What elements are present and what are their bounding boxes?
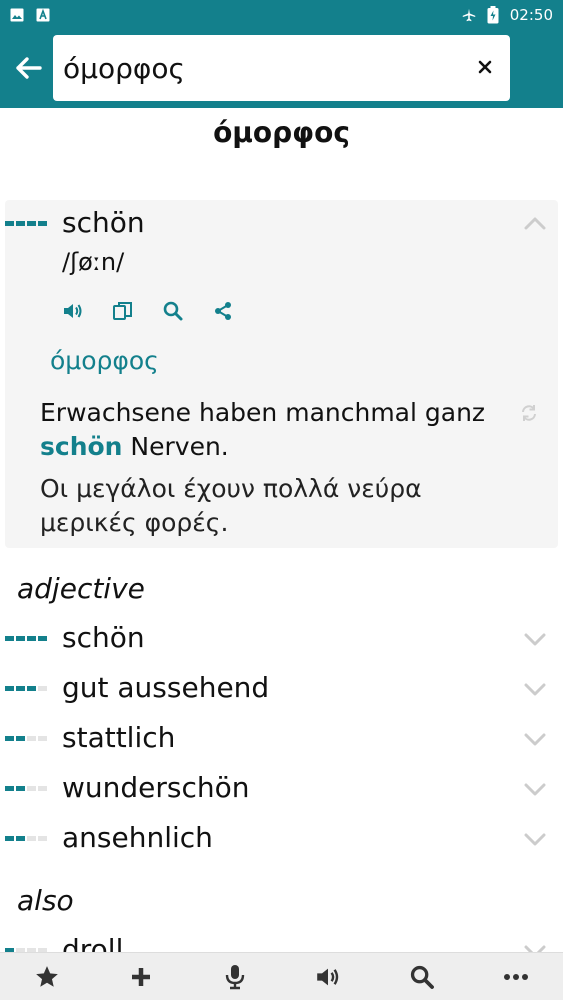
status-time: 02:50	[509, 6, 553, 24]
favorites-button[interactable]	[22, 955, 72, 999]
entry-tools	[52, 290, 244, 332]
add-button[interactable]	[116, 955, 166, 999]
text-a-icon	[36, 8, 50, 22]
frequency-segment	[27, 836, 36, 841]
frequency-segment	[5, 636, 14, 641]
frequency-segment	[27, 786, 36, 791]
frequency-segment	[16, 686, 25, 691]
frequency-segment	[27, 736, 36, 741]
pronounce-button[interactable]	[52, 290, 94, 332]
translation-link[interactable]: όμορφος	[50, 346, 159, 375]
copy-icon	[113, 302, 132, 320]
frequency-segment	[5, 736, 14, 741]
more-icon	[504, 973, 529, 980]
frequency-segment	[38, 836, 47, 841]
frequency-segment	[16, 836, 25, 841]
search-button[interactable]	[397, 955, 447, 999]
search-icon	[163, 301, 183, 321]
speaker-icon	[317, 968, 339, 985]
headword-title: όμορφος	[213, 116, 350, 149]
chevron-down-icon	[524, 783, 546, 796]
frequency-segment	[38, 221, 47, 226]
expand-button[interactable]	[520, 825, 550, 855]
expand-button[interactable]	[520, 775, 550, 805]
speaker-icon	[64, 304, 82, 318]
phonetic-transcription: /ʃøːn/	[62, 248, 125, 276]
frequency-bar	[5, 686, 47, 691]
frequency-segment	[27, 221, 36, 226]
frequency-bar	[5, 736, 47, 741]
frequency-segment	[5, 686, 14, 691]
frequency-segment	[38, 636, 47, 641]
share-icon	[215, 302, 231, 320]
entry-term[interactable]: wunderschön	[62, 771, 250, 804]
chevron-down-icon	[524, 633, 546, 646]
airplane-icon	[462, 8, 476, 22]
frequency-bar	[5, 636, 47, 641]
app-bar	[0, 30, 563, 108]
example-text: Nerven.	[122, 432, 229, 461]
frequency-segment	[16, 221, 25, 226]
chevron-down-icon	[524, 683, 546, 696]
expand-button[interactable]	[520, 937, 550, 952]
expand-button[interactable]	[520, 625, 550, 655]
refresh-example-button[interactable]	[516, 400, 542, 426]
speak-button[interactable]	[303, 955, 353, 999]
part-of-speech-label: adjective	[17, 572, 145, 605]
entry-term[interactable]: schön	[62, 206, 145, 239]
microphone-icon	[225, 964, 244, 989]
more-button[interactable]	[491, 955, 541, 999]
bottom-toolbar	[0, 952, 563, 1000]
status-bar: 02:50	[0, 0, 563, 30]
close-icon	[478, 60, 492, 74]
search-input[interactable]	[53, 51, 453, 85]
expand-button[interactable]	[520, 675, 550, 705]
entry-term[interactable]: schön	[62, 621, 145, 654]
example-greek: Οι μεγάλοι έχουν πολλά νεύρα μερικές φορ…	[40, 474, 422, 537]
arrow-left-icon	[16, 57, 42, 79]
lookup-button[interactable]	[152, 290, 194, 332]
back-button[interactable]	[8, 48, 48, 88]
chevron-up-icon	[524, 217, 546, 230]
collapse-button[interactable]	[520, 208, 550, 238]
frequency-segment	[27, 636, 36, 641]
image-icon	[10, 8, 24, 22]
expand-button[interactable]	[520, 725, 550, 755]
frequency-segment	[5, 836, 14, 841]
battery-icon	[486, 6, 500, 24]
copy-button[interactable]	[102, 290, 144, 332]
frequency-segment	[16, 736, 25, 741]
frequency-segment	[38, 686, 47, 691]
plus-icon	[131, 967, 150, 986]
frequency-segment	[27, 686, 36, 691]
example-text: Erwachsene haben manchmal ganz	[40, 398, 486, 427]
entry-term[interactable]: gut aussehend	[62, 671, 269, 704]
frequency-bar	[5, 836, 47, 841]
entry-term[interactable]: droll	[62, 933, 123, 952]
chevron-down-icon	[524, 833, 546, 846]
search-icon	[411, 965, 435, 989]
entry-term[interactable]: stattlich	[62, 721, 175, 754]
example-german: Erwachsene haben manchmal ganz schön Ner…	[40, 396, 510, 464]
frequency-segment	[38, 736, 47, 741]
star-icon	[36, 965, 58, 987]
frequency-bar	[5, 221, 47, 226]
part-of-speech-label: also	[17, 884, 74, 917]
results-list[interactable]: όμορφος schön /ʃøːn/ όμορφος Erwachsene …	[0, 108, 563, 952]
frequency-segment	[5, 786, 14, 791]
chevron-down-icon	[524, 733, 546, 746]
frequency-segment	[38, 786, 47, 791]
refresh-icon	[522, 405, 536, 421]
frequency-segment	[5, 221, 14, 226]
share-button[interactable]	[202, 290, 244, 332]
frequency-bar	[5, 786, 47, 791]
chevron-down-icon	[524, 945, 546, 952]
search-box	[53, 35, 510, 101]
example-highlight: schön	[40, 432, 123, 461]
voice-input-button[interactable]	[210, 955, 260, 999]
entry-term[interactable]: ansehnlich	[62, 821, 213, 854]
frequency-segment	[16, 636, 25, 641]
clear-button[interactable]	[470, 52, 500, 82]
frequency-segment	[16, 786, 25, 791]
